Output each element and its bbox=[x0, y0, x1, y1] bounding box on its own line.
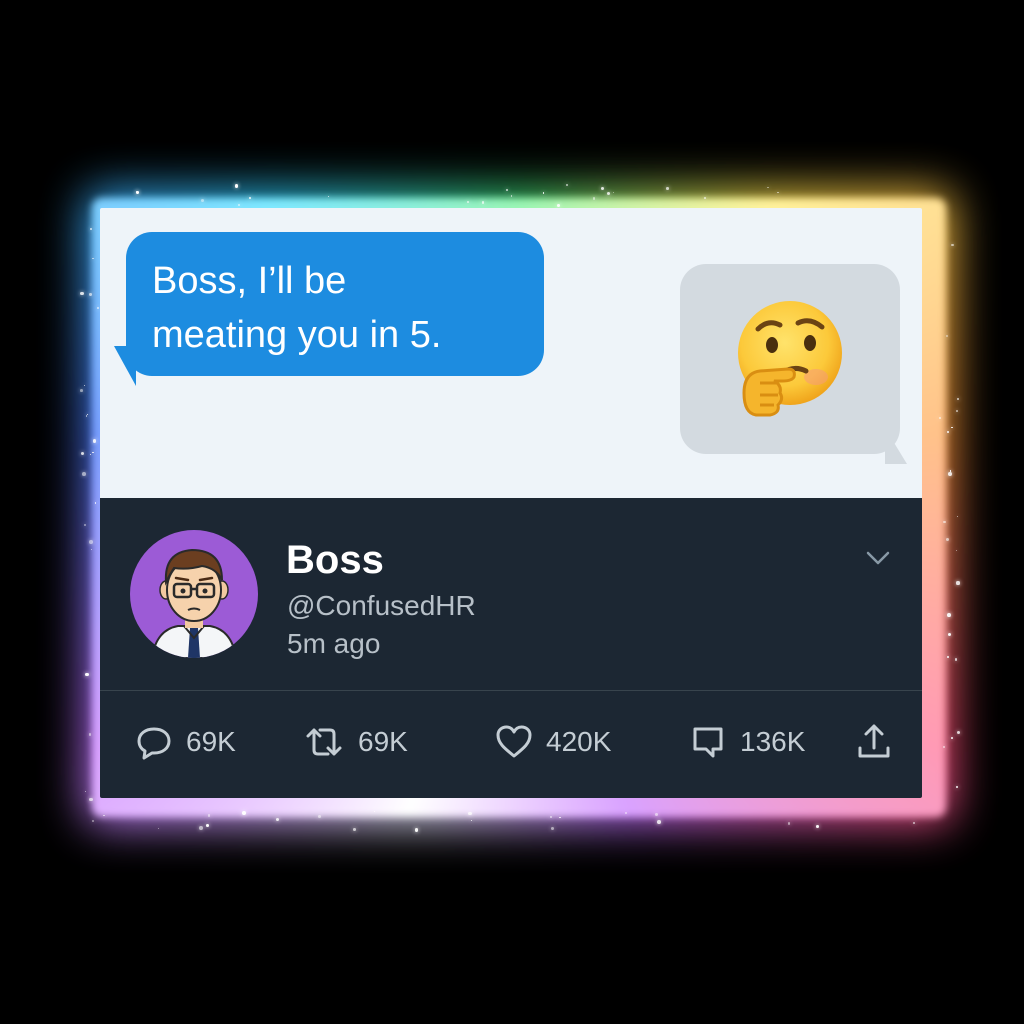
divider bbox=[100, 690, 922, 691]
sparkle bbox=[352, 828, 356, 831]
sparkle bbox=[704, 196, 707, 199]
sparkle bbox=[654, 813, 658, 817]
heart-icon bbox=[496, 725, 532, 758]
sparkle bbox=[198, 825, 203, 830]
sparkle bbox=[942, 520, 946, 524]
sent-bubble-tail bbox=[114, 346, 136, 386]
sent-message-bubble[interactable]: Boss, I’ll be meating you in 5. bbox=[126, 232, 544, 376]
sparkle bbox=[157, 827, 160, 829]
sparkle bbox=[955, 410, 958, 412]
sparkle bbox=[317, 814, 321, 818]
reply-button[interactable]: 69K bbox=[134, 722, 236, 762]
sparkle bbox=[957, 398, 960, 401]
sparkle bbox=[951, 243, 954, 247]
chat-area: Boss, I’ll be meating you in 5. bbox=[100, 208, 922, 498]
retweet-button[interactable]: 69K bbox=[302, 722, 408, 762]
reply-count: 69K bbox=[186, 726, 236, 757]
sparkle bbox=[89, 540, 93, 544]
sparkle bbox=[206, 824, 210, 828]
reply-icon bbox=[137, 727, 171, 760]
sparkle bbox=[657, 819, 662, 824]
sparkle bbox=[275, 817, 279, 821]
sparkle bbox=[249, 197, 251, 199]
sparkle bbox=[956, 581, 960, 585]
like-count: 420K bbox=[546, 726, 612, 757]
sparkle bbox=[956, 731, 960, 735]
quote-count: 136K bbox=[740, 726, 806, 757]
chevron-down-icon[interactable] bbox=[862, 542, 894, 574]
reply-message-bubble[interactable] bbox=[680, 264, 900, 454]
quote-button[interactable]: 136K bbox=[688, 722, 805, 762]
retweet-count: 69K bbox=[358, 726, 408, 757]
sparkle bbox=[787, 822, 791, 825]
sparkle bbox=[767, 186, 769, 189]
sparkle bbox=[89, 293, 92, 296]
display-name[interactable]: Boss bbox=[286, 538, 384, 583]
message-line: meating you in 5. bbox=[152, 314, 442, 356]
sparkle bbox=[957, 515, 959, 518]
sparkle bbox=[592, 197, 596, 200]
tweet-panel: Boss @ConfusedHR 5m ago 69K 69K 420K 136… bbox=[100, 498, 922, 798]
retweet-icon bbox=[306, 728, 342, 756]
sparkle bbox=[955, 549, 958, 551]
sparkle bbox=[510, 195, 513, 197]
sparkle bbox=[939, 417, 941, 419]
sparkle bbox=[93, 439, 97, 443]
share-icon[interactable] bbox=[854, 720, 894, 764]
sparkle bbox=[96, 306, 99, 309]
avatar-person-icon bbox=[150, 548, 238, 658]
sparkle bbox=[92, 257, 94, 260]
sparkle bbox=[624, 811, 628, 814]
timestamp: 5m ago bbox=[287, 628, 381, 659]
sparkle bbox=[951, 736, 953, 739]
screenshot-card: Boss, I’ll be meating you in 5. Boss @Co… bbox=[100, 208, 922, 798]
sparkle bbox=[414, 828, 418, 832]
like-button[interactable]: 420K bbox=[494, 722, 611, 762]
reply-bubble-tail bbox=[885, 428, 907, 464]
message-line: Boss, I’ll be bbox=[152, 260, 347, 302]
sparkle bbox=[88, 733, 92, 736]
sparkle bbox=[947, 655, 950, 658]
sparkle bbox=[565, 184, 568, 187]
sparkle bbox=[665, 187, 669, 190]
thinking-face-icon bbox=[738, 301, 842, 417]
sparkle bbox=[955, 785, 958, 788]
user-handle[interactable]: @ConfusedHR bbox=[287, 590, 476, 622]
sparkle bbox=[80, 388, 84, 392]
sparkle bbox=[89, 228, 92, 231]
sparkle bbox=[550, 826, 555, 831]
sparkle bbox=[948, 472, 952, 476]
sparkle bbox=[234, 184, 239, 188]
sparkle bbox=[954, 658, 958, 661]
sparkle bbox=[600, 186, 604, 190]
sparkle bbox=[816, 825, 820, 828]
sparkle bbox=[135, 191, 138, 194]
sparkle bbox=[237, 203, 240, 207]
quote-bubble-icon bbox=[693, 727, 723, 758]
avatar[interactable] bbox=[130, 530, 258, 658]
sparkle bbox=[946, 613, 951, 617]
sparkle bbox=[559, 816, 561, 819]
sparkle bbox=[89, 797, 93, 802]
sparkle bbox=[89, 453, 91, 455]
sparkle bbox=[80, 292, 84, 296]
